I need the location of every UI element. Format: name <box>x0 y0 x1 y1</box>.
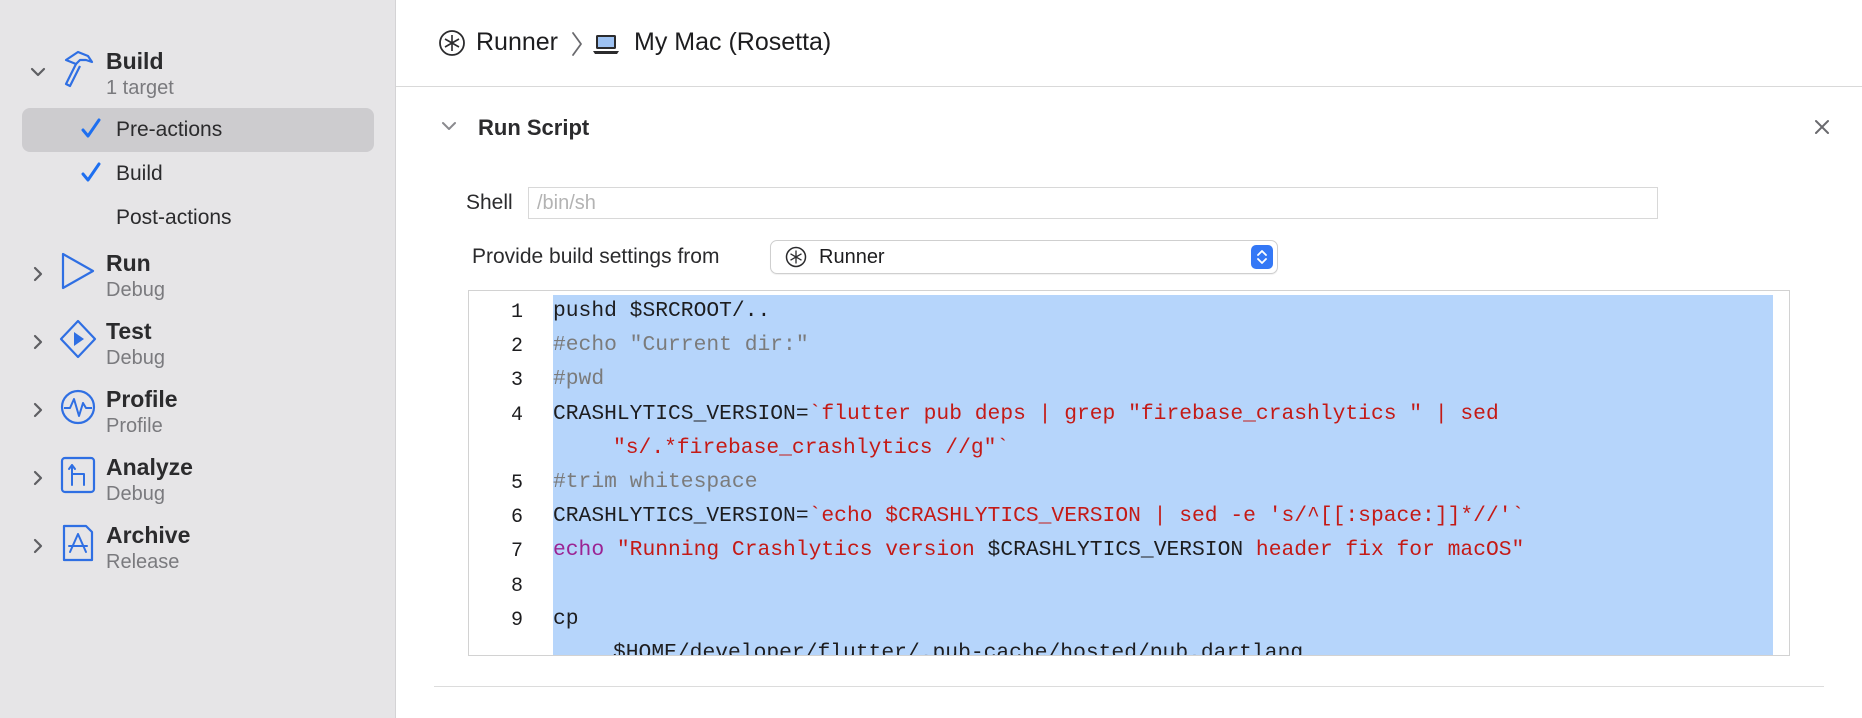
line-number: 9 <box>510 608 523 632</box>
code-token: header fix for macOS" <box>1243 538 1525 563</box>
code-line: CRASHLYTICS_VERSION=`flutter pub deps | … <box>553 402 1499 426</box>
scheme-editor-main: Runner My Mac (Rosetta) Run Script Shell… <box>396 0 1862 718</box>
code-line: pushd $SRCROOT/.. <box>553 299 770 323</box>
line-number: 7 <box>510 540 523 564</box>
code-line: cp <box>553 607 579 631</box>
build-settings-value: Runner <box>819 246 885 268</box>
checkmark-icon <box>81 162 101 182</box>
sidebar-item-pre-actions[interactable]: Pre-actions <box>22 108 374 152</box>
sidebar-group-subtitle: Profile <box>106 415 163 437</box>
sidebar-group-run[interactable]: Run Debug <box>0 246 395 308</box>
code-line: #pwd <box>553 367 604 391</box>
chevron-right-icon[interactable] <box>28 332 48 352</box>
line-number: 2 <box>510 335 523 359</box>
code-token: pushd $SRCROOT/.. <box>553 299 771 323</box>
sidebar-group-analyze[interactable]: Analyze Debug <box>0 450 395 512</box>
sidebar-item-build[interactable]: Build <box>22 152 374 196</box>
line-number: 3 <box>510 369 523 393</box>
analyze-branch-icon <box>60 456 96 494</box>
sidebar-group-build[interactable]: Build 1 target <box>0 44 395 106</box>
select-stepper[interactable] <box>1251 245 1273 269</box>
archive-app-icon <box>62 524 94 562</box>
laptop-icon <box>593 35 619 54</box>
sidebar-item-label: Build <box>116 162 163 185</box>
sidebar-group-title: Analyze <box>106 454 193 480</box>
sidebar-group-title: Profile <box>106 386 178 412</box>
line-number: 8 <box>510 574 523 598</box>
flutter-target-icon <box>439 30 465 56</box>
run-script-phase: Run Script Shell Provide build settings … <box>396 87 1862 687</box>
code-line: CRASHLYTICS_VERSION=`echo $CRASHLYTICS_V… <box>553 504 1524 528</box>
chevron-right-icon[interactable] <box>28 468 48 488</box>
code-token: `echo $CRASHLYTICS_VERSION | sed -e 's/^… <box>808 504 1525 529</box>
phase-title: Run Script <box>478 115 590 140</box>
shell-input[interactable] <box>528 187 1658 219</box>
shell-label: Shell <box>466 191 513 214</box>
sidebar-group-title: Test <box>106 318 152 344</box>
sidebar-item-label: Post-actions <box>116 206 232 229</box>
code-token: cp <box>553 606 579 631</box>
line-number: 4 <box>510 403 523 427</box>
breadcrumb-chevron-icon <box>572 32 582 56</box>
sidebar-group-title: Run <box>106 250 151 276</box>
chevron-right-icon[interactable] <box>28 400 48 420</box>
line-number: 5 <box>510 472 523 495</box>
chevron-down-icon[interactable] <box>440 117 458 135</box>
code-token: $HOME/developer/flutter/.pub-cache/hoste… <box>613 641 1304 656</box>
scheme-breadcrumb: Runner My Mac (Rosetta) <box>396 0 1862 87</box>
code-token: #trim whitespace <box>553 470 758 494</box>
code-line: #echo "Current dir:" <box>553 333 809 357</box>
line-number: 1 <box>510 301 523 324</box>
sidebar-group-test[interactable]: Test Debug <box>0 314 395 376</box>
code-token: "Running Crashlytics version <box>604 538 988 563</box>
chevron-down-icon[interactable] <box>28 62 48 82</box>
sidebar-item-post-actions[interactable]: Post-actions <box>22 196 374 240</box>
code-token: $CRASHLYTICS_VERSION <box>987 538 1244 563</box>
sidebar-group-subtitle: Release <box>106 551 180 573</box>
code-token: echo <box>553 538 605 563</box>
sidebar-group-archive[interactable]: Archive Release <box>0 518 395 580</box>
code-line: echo "Running Crashlytics version $CRASH… <box>553 538 1524 562</box>
sidebar-item-label: Pre-actions <box>116 118 223 141</box>
breadcrumb-scheme[interactable]: Runner <box>476 28 558 57</box>
code-token: CRASHLYTICS_VERSION= <box>553 401 809 426</box>
build-settings-label: Provide build settings from <box>472 245 720 268</box>
sidebar-group-title: Build <box>106 48 164 74</box>
code-token: CRASHLYTICS_VERSION= <box>553 504 809 529</box>
scheme-sidebar: Build 1 target Pre-actions Build Post-ac… <box>0 0 396 718</box>
sidebar-group-subtitle: Debug <box>106 347 165 369</box>
sidebar-group-subtitle: Debug <box>106 483 165 505</box>
script-editor[interactable]: 1 pushd $SRCROOT/.. 2 #echo "Current dir:" 3… <box>468 290 1790 656</box>
profile-waveform-icon <box>60 389 96 425</box>
code-token: #pwd <box>553 367 605 392</box>
code-token: #echo "Current dir:" <box>553 333 809 358</box>
code-token: "s/.*firebase_crashlytics //g"` <box>613 435 1010 460</box>
play-icon <box>61 252 95 290</box>
code-line: $HOME/developer/flutter/.pub-cache/hoste… <box>613 641 1304 656</box>
hammer-icon <box>64 50 94 88</box>
flutter-target-icon <box>785 246 807 268</box>
code-token: `flutter pub deps | grep "firebase_crash… <box>808 401 1499 426</box>
chevron-right-icon[interactable] <box>28 536 48 556</box>
checkmark-icon <box>81 118 101 138</box>
code-line: "s/.*firebase_crashlytics //g"` <box>613 436 1009 460</box>
up-down-chevron-icon <box>1257 250 1267 264</box>
sidebar-group-profile[interactable]: Profile Profile <box>0 382 395 444</box>
build-settings-select[interactable]: Runner <box>770 240 1278 274</box>
sidebar-group-title: Archive <box>106 522 191 548</box>
code-line: #trim whitespace <box>553 470 757 494</box>
sidebar-group-subtitle: Debug <box>106 279 165 301</box>
phase-divider <box>434 686 1824 687</box>
test-diamond-icon <box>59 319 97 359</box>
chevron-right-icon[interactable] <box>28 264 48 284</box>
line-number: 6 <box>510 506 523 530</box>
close-icon[interactable] <box>1812 117 1832 137</box>
breadcrumb-destination[interactable]: My Mac (Rosetta) <box>634 28 831 57</box>
sidebar-group-subtitle: 1 target <box>106 77 174 99</box>
